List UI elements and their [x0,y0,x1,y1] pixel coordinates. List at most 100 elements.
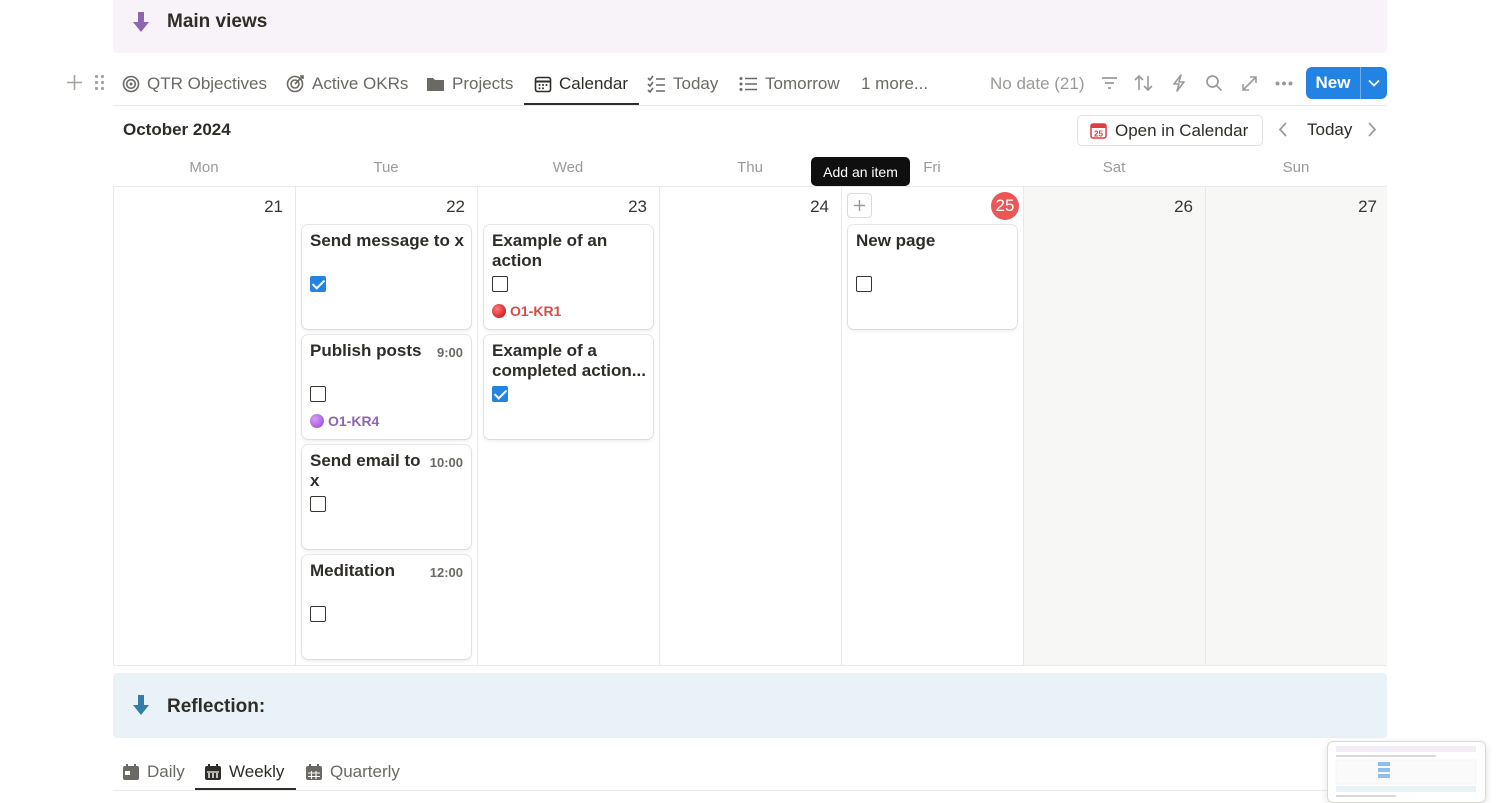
event-card[interactable]: Send message to x [302,225,471,329]
more-views-button[interactable]: 1 more... [861,62,928,105]
tab-label: Quarterly [330,762,400,781]
tab-today[interactable]: Today [647,62,718,105]
done-checkbox[interactable] [856,276,872,292]
purple-circle-icon [310,414,324,428]
add-block-icon[interactable] [66,74,83,96]
done-checkbox[interactable] [310,386,326,402]
weekday-label: Sun [1282,159,1310,176]
tab-label: QTR Objectives [147,73,267,93]
today-button[interactable]: Today [1307,120,1352,140]
event-title: Meditation [310,561,395,580]
tab-projects[interactable]: Projects [426,62,513,105]
page-minimap[interactable] [1327,741,1486,803]
main-views-callout: Main views [113,0,1387,53]
done-checkbox[interactable] [310,496,326,512]
tab-label: Today [673,73,719,93]
current-day-badge: 25 [991,192,1019,220]
event-card[interactable]: New page [848,225,1017,329]
day-number: 27 [1358,197,1377,216]
day-number: 26 [1174,197,1193,216]
done-checkbox[interactable] [492,276,508,292]
calendar-grid-icon [306,764,322,780]
tab-qtr-objectives[interactable]: QTR Objectives [122,62,267,105]
event-title: Send email to x [310,451,421,490]
done-checkbox[interactable] [310,606,326,622]
red-circle-icon [492,304,506,318]
search-icon[interactable] [1203,72,1225,94]
tab-calendar[interactable]: Calendar [534,62,628,105]
checklist-icon [647,75,665,93]
filter-icon[interactable] [1098,72,1120,94]
tab-label: Projects [452,73,514,93]
drag-handle-icon[interactable] [94,74,105,96]
expand-icon[interactable] [1238,72,1260,94]
arrow-down-icon [133,12,149,32]
event-card[interactable]: Send email to x 10:00 [302,445,471,549]
okr-tag[interactable]: O1-KR1 [492,303,561,319]
target-icon [122,75,140,92]
tab-daily[interactable]: Daily [122,755,185,789]
tab-divider [113,790,1387,791]
day-number: 23 [628,197,647,216]
weekday-label: Mon [189,159,219,176]
day-cell-thu[interactable]: 24 [660,187,842,665]
month-title: October 2024 [123,120,231,139]
day-number: 21 [264,197,283,216]
list-icon [739,76,757,91]
new-button-label: New [1315,73,1351,92]
event-card[interactable]: Example of an action O1-KR1 [484,225,653,329]
okr-tag[interactable]: O1-KR4 [310,413,379,429]
tab-label: Tomorrow [765,73,840,93]
day-cell-sat[interactable]: 26 [1024,187,1206,665]
svg-text:25: 25 [1094,130,1103,139]
event-title: Example of an action [492,231,608,270]
open-in-calendar-button[interactable]: 25 Open in Calendar [1077,115,1263,146]
target-arrow-icon [286,75,304,93]
done-checkbox[interactable] [310,276,326,292]
event-title: New page [856,231,936,250]
event-time: 9:00 [436,345,463,360]
tab-weekly[interactable]: Weekly [204,755,284,789]
add-item-button[interactable] [847,193,872,218]
reflection-callout: Reflection: [113,673,1387,738]
chevron-right-icon[interactable] [1367,121,1377,138]
tabbar-divider [113,105,1387,106]
day-number: 22 [446,197,465,216]
tab-label: Calendar [559,73,628,93]
callout-title: Main views [167,11,268,32]
tab-active-okrs[interactable]: Active OKRs [286,62,408,105]
event-title: Send message to x [310,231,465,250]
tab-label: Active OKRs [312,73,409,93]
callout-title: Reflection: [167,696,266,717]
tooltip: Add an item [811,157,910,186]
tab-label: Daily [147,762,185,781]
done-checkbox[interactable] [492,386,508,402]
event-time: 12:00 [429,565,463,580]
tab-tomorrow[interactable]: Tomorrow [739,62,840,105]
day-cell-mon[interactable]: 21 [114,187,296,665]
day-number: 24 [810,197,829,216]
calendar-date-icon: 25 [1090,123,1107,139]
plus-icon [854,200,865,211]
event-time: 10:00 [429,455,463,470]
chevron-left-icon[interactable] [1278,121,1288,138]
tab-quarterly[interactable]: Quarterly [305,755,400,789]
event-card[interactable]: Publish posts 9:00 O1-KR4 [302,335,471,439]
new-button[interactable]: New [1306,67,1387,99]
calendar-icon [534,76,552,92]
day-cell-sun[interactable]: 27 [1206,187,1387,665]
calendar-week-icon [205,764,221,780]
no-date-button[interactable]: No date (21) [990,62,1085,105]
weekday-label: Sat [1102,159,1126,176]
event-title: Example of a completed action... [492,341,646,380]
event-card[interactable]: Meditation 12:00 [302,555,471,659]
more-options-icon[interactable] [1273,72,1295,94]
folder-icon [427,77,444,91]
automation-bolt-icon[interactable] [1168,72,1190,94]
sort-icon[interactable] [1133,72,1155,94]
weekday-label: Tue [373,159,399,176]
weekday-label: Wed [552,159,584,176]
tab-label: Weekly [229,762,285,781]
event-card[interactable]: Example of a completed action... [484,335,653,439]
chevron-down-icon[interactable] [1361,79,1387,87]
